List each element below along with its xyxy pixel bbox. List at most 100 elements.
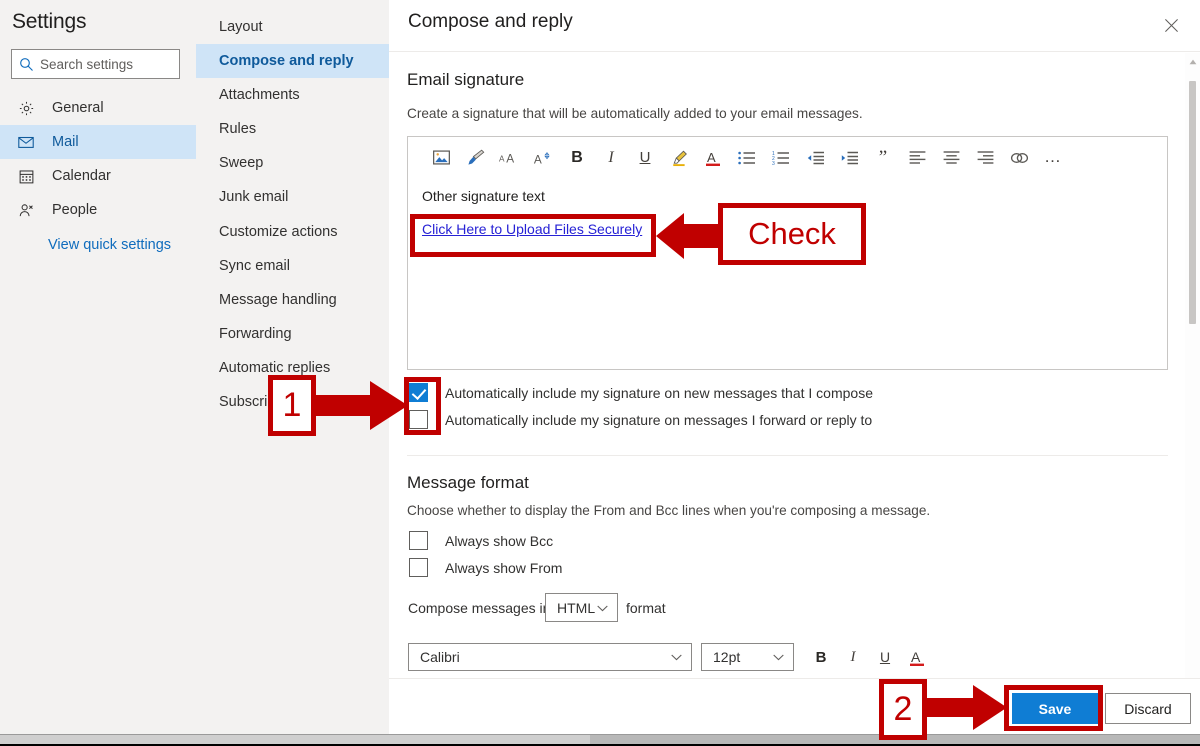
svg-text:A: A: [534, 152, 542, 166]
bulleted-list-icon[interactable]: [730, 143, 764, 173]
svg-text:A: A: [707, 150, 716, 165]
highlight-icon[interactable]: [662, 143, 696, 173]
nav-item-compose-and-reply[interactable]: Compose and reply: [196, 44, 389, 78]
sidebar-item-calendar[interactable]: Calendar: [0, 159, 196, 193]
svg-text:A: A: [506, 152, 514, 166]
annotation-box-signature-link: [410, 214, 656, 257]
font-size-dropdown[interactable]: 12pt: [701, 643, 794, 671]
view-quick-settings-link[interactable]: View quick settings: [48, 237, 171, 253]
search-input[interactable]: [40, 56, 172, 72]
scroll-up-arrow-icon[interactable]: [1185, 55, 1200, 69]
auto-include-new-messages-row[interactable]: Automatically include my signature on ne…: [409, 383, 873, 402]
nav-item-label: Forwarding: [219, 326, 292, 342]
font-family-dropdown[interactable]: Calibri: [408, 643, 692, 671]
vertical-scrollbar-thumb[interactable]: [1189, 81, 1196, 324]
nav-item-label: Sweep: [219, 155, 264, 171]
insert-link-icon[interactable]: [1002, 143, 1036, 173]
nav-item-sync-email[interactable]: Sync email: [196, 249, 389, 283]
always-show-from-checkbox[interactable]: [409, 558, 428, 577]
always-show-from-row[interactable]: Always show From: [409, 558, 562, 577]
signature-body-text: Other signature text: [422, 188, 545, 204]
sidebar-item-label: Calendar: [52, 168, 111, 184]
italic-icon[interactable]: I: [839, 643, 867, 671]
annotation-box-signature-checkboxes: [404, 377, 441, 435]
nav-item-layout[interactable]: Layout: [196, 10, 389, 44]
compose-messages-suffix-label: format: [626, 600, 666, 616]
email-signature-description: Create a signature that will be automati…: [407, 106, 863, 121]
nav-item-label: Automatic replies: [219, 360, 331, 376]
sidebar-item-mail[interactable]: Mail: [0, 125, 196, 159]
compose-format-value: HTML: [557, 599, 596, 616]
bold-icon[interactable]: B: [807, 643, 835, 671]
annotation-arrow-left-icon: [656, 213, 726, 259]
annotation-arrow-right-icon: [923, 685, 1007, 730]
bold-icon[interactable]: B: [560, 143, 594, 173]
quote-icon[interactable]: ”: [866, 143, 900, 173]
mail-settings-nav: Layout Compose and reply Attachments Rul…: [196, 0, 389, 746]
nav-item-junk-email[interactable]: Junk email: [196, 180, 389, 214]
email-signature-heading: Email signature: [407, 70, 525, 89]
always-show-bcc-row[interactable]: Always show Bcc: [409, 531, 553, 550]
nav-item-attachments[interactable]: Attachments: [196, 78, 389, 112]
annotation-label-step-2: 2: [879, 679, 927, 740]
font-color-icon[interactable]: A: [903, 643, 931, 671]
svg-text:A: A: [911, 649, 921, 665]
discard-button[interactable]: Discard: [1105, 693, 1191, 724]
sidebar-item-people[interactable]: People: [0, 193, 196, 227]
sidebar-item-label: Mail: [52, 134, 79, 150]
annotation-label-check: Check: [718, 203, 866, 265]
annotation-arrow-right-icon: [312, 381, 408, 430]
nav-item-rules[interactable]: Rules: [196, 112, 389, 146]
nav-item-label: Message handling: [219, 292, 337, 308]
checkbox-label: Automatically include my signature on me…: [445, 411, 873, 428]
font-family-value: Calibri: [420, 649, 460, 665]
message-format-description: Choose whether to display the From and B…: [407, 503, 931, 518]
svg-text:A: A: [499, 155, 505, 164]
italic-icon[interactable]: I: [594, 143, 628, 173]
nav-item-customize-actions[interactable]: Customize actions: [196, 215, 389, 249]
underline-icon[interactable]: U: [628, 143, 662, 173]
settings-sidebar: Settings General Mail Calendar: [0, 0, 196, 746]
increase-indent-icon[interactable]: [832, 143, 866, 173]
align-center-icon[interactable]: [934, 143, 968, 173]
font-size-value: 12pt: [713, 649, 741, 665]
vertical-scrollbar[interactable]: [1185, 53, 1200, 678]
numbered-list-icon[interactable]: 123: [764, 143, 798, 173]
nav-item-sweep[interactable]: Sweep: [196, 146, 389, 180]
more-options-icon[interactable]: …: [1036, 143, 1070, 173]
checkbox-label: Always show From: [445, 559, 563, 576]
compose-format-dropdown[interactable]: HTML: [545, 593, 618, 622]
calendar-icon: [14, 164, 38, 188]
search-icon: [12, 57, 40, 72]
nav-item-forwarding[interactable]: Forwarding: [196, 317, 389, 351]
search-settings-box[interactable]: [11, 49, 180, 79]
font-color-icon[interactable]: A: [696, 143, 730, 173]
pane-title: Compose and reply: [408, 11, 573, 32]
settings-dialog: Settings General Mail Calendar: [0, 0, 1200, 746]
person-icon: [14, 198, 38, 222]
message-format-heading: Message format: [407, 473, 529, 492]
nav-item-label: Attachments: [219, 87, 300, 103]
shrink-font-icon[interactable]: A: [526, 143, 560, 173]
auto-include-reply-forward-row[interactable]: Automatically include my signature on me…: [409, 410, 872, 429]
nav-item-message-handling[interactable]: Message handling: [196, 283, 389, 317]
nav-item-label: Customize actions: [219, 224, 338, 240]
decrease-indent-icon[interactable]: [798, 143, 832, 173]
align-right-icon[interactable]: [968, 143, 1002, 173]
format-painter-icon[interactable]: [458, 143, 492, 173]
insert-picture-icon[interactable]: [424, 143, 458, 173]
nav-item-label: Layout: [219, 19, 263, 35]
section-divider: [407, 455, 1168, 456]
sidebar-item-general[interactable]: General: [0, 91, 196, 125]
chevron-down-icon: [597, 599, 608, 617]
align-left-icon[interactable]: [900, 143, 934, 173]
underline-icon[interactable]: U: [871, 643, 899, 671]
sidebar-item-label: People: [52, 202, 98, 218]
grow-font-icon[interactable]: AA: [492, 143, 526, 173]
envelope-icon: [14, 130, 38, 154]
compose-messages-prefix-label: Compose messages in: [408, 600, 551, 616]
checkbox-label: Always show Bcc: [445, 532, 554, 549]
close-icon[interactable]: [1154, 9, 1188, 41]
signature-format-toolbar: AA A B I U A 123 ” …: [408, 137, 1167, 178]
always-show-bcc-checkbox[interactable]: [409, 531, 428, 550]
